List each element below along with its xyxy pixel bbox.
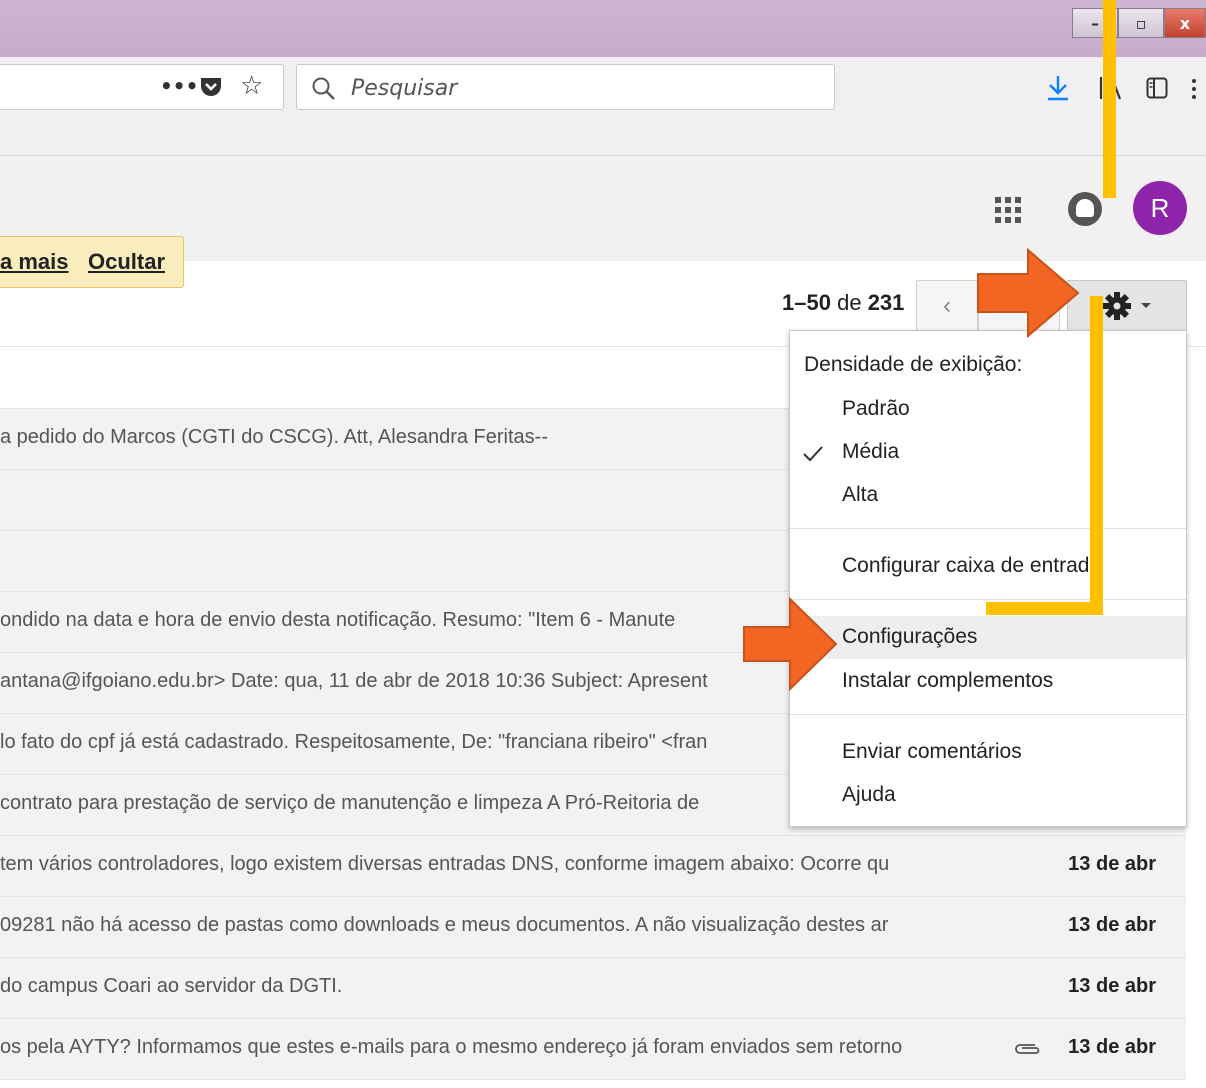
message-row[interactable]: os pela AYTY? Informamos que estes e-mai… [0,1019,1186,1080]
annotation-arrow-gear [977,248,1080,338]
message-date: 13 de abr [1068,914,1156,936]
checkmark-icon [803,446,823,462]
window-titlebar [0,0,1206,57]
message-date: 13 de abr [1068,975,1156,997]
notice-banner: a mais Ocultar [0,236,184,288]
settings-gear-button[interactable] [1067,280,1187,332]
message-snippet: tem vários controladores, logo existem d… [0,853,890,875]
menu-divider [790,714,1186,715]
settings-menu: Densidade de exibição: Padrão Média Alta… [789,330,1187,827]
annotation-line [1090,296,1103,614]
message-row[interactable]: 09281 não há acesso de pastas como downl… [0,897,1186,958]
apps-grid-icon[interactable] [994,196,1022,224]
menu-divider [790,599,1186,600]
close-window-button[interactable]: x [1164,8,1206,38]
message-snippet: os pela AYTY? Informamos que estes e-mai… [0,1036,903,1058]
message-date: 13 de abr [1068,853,1156,875]
avatar[interactable]: R [1133,181,1187,235]
annotation-line [1103,0,1116,198]
url-bar[interactable]: ••• ☆ [0,64,284,110]
search-input[interactable] [349,73,813,103]
help-item[interactable]: Ajuda [790,777,1186,815]
learn-more-link[interactable]: a mais [0,249,69,275]
menu-icon[interactable] [1190,76,1198,102]
density-heading: Densidade de exibição: [804,353,1023,376]
search-icon [312,77,335,100]
density-option-medium[interactable]: Média [790,434,1186,472]
message-date: 13 de abr [1068,1036,1156,1058]
message-snippet: 09281 não há acesso de pastas como downl… [0,914,889,936]
density-option-default[interactable]: Padrão [790,391,1186,429]
annotation-line [986,602,1103,615]
annotation-arrow-settings [743,597,838,691]
chevron-left-icon: ‹ [943,292,951,319]
search-field[interactable] [296,64,835,110]
chevron-down-icon [1141,303,1151,308]
pocket-icon[interactable] [199,76,223,98]
attachment-clip-icon [1015,1044,1040,1054]
density-option-compact[interactable]: Alta [790,477,1186,515]
download-icon[interactable] [1046,75,1070,101]
menu-divider [790,528,1186,529]
gear-icon [1103,292,1131,320]
page-total: 231 [867,290,905,315]
bookmark-star-icon[interactable]: ☆ [240,71,263,101]
pagination-info: 1–50 de 231 [782,290,904,316]
configure-inbox-item[interactable]: Configurar caixa de entrada [790,548,1186,586]
restore-button[interactable]: ▫ [1118,8,1164,38]
page-of: de [837,290,862,315]
hide-link[interactable]: Ocultar [88,249,165,275]
install-addons-item[interactable]: Instalar complementos [790,663,1186,701]
sidebar-icon[interactable] [1146,77,1168,99]
newer-button[interactable]: ‹ [916,280,978,332]
message-snippet: do campus Coari ao servidor da DGTI. [0,975,343,997]
page-range: 1–50 [782,290,831,315]
message-row[interactable]: tem vários controladores, logo existem d… [0,836,1186,897]
settings-item[interactable]: Configurações [790,616,1186,659]
window-controls: – ▫ x [1072,8,1206,38]
notifications-bell-icon[interactable] [1068,192,1102,226]
page-actions-icon[interactable]: ••• [160,74,198,98]
message-row[interactable]: do campus Coari ao servidor da DGTI. 13 d… [0,958,1186,1019]
send-feedback-item[interactable]: Enviar comentários [790,734,1186,772]
